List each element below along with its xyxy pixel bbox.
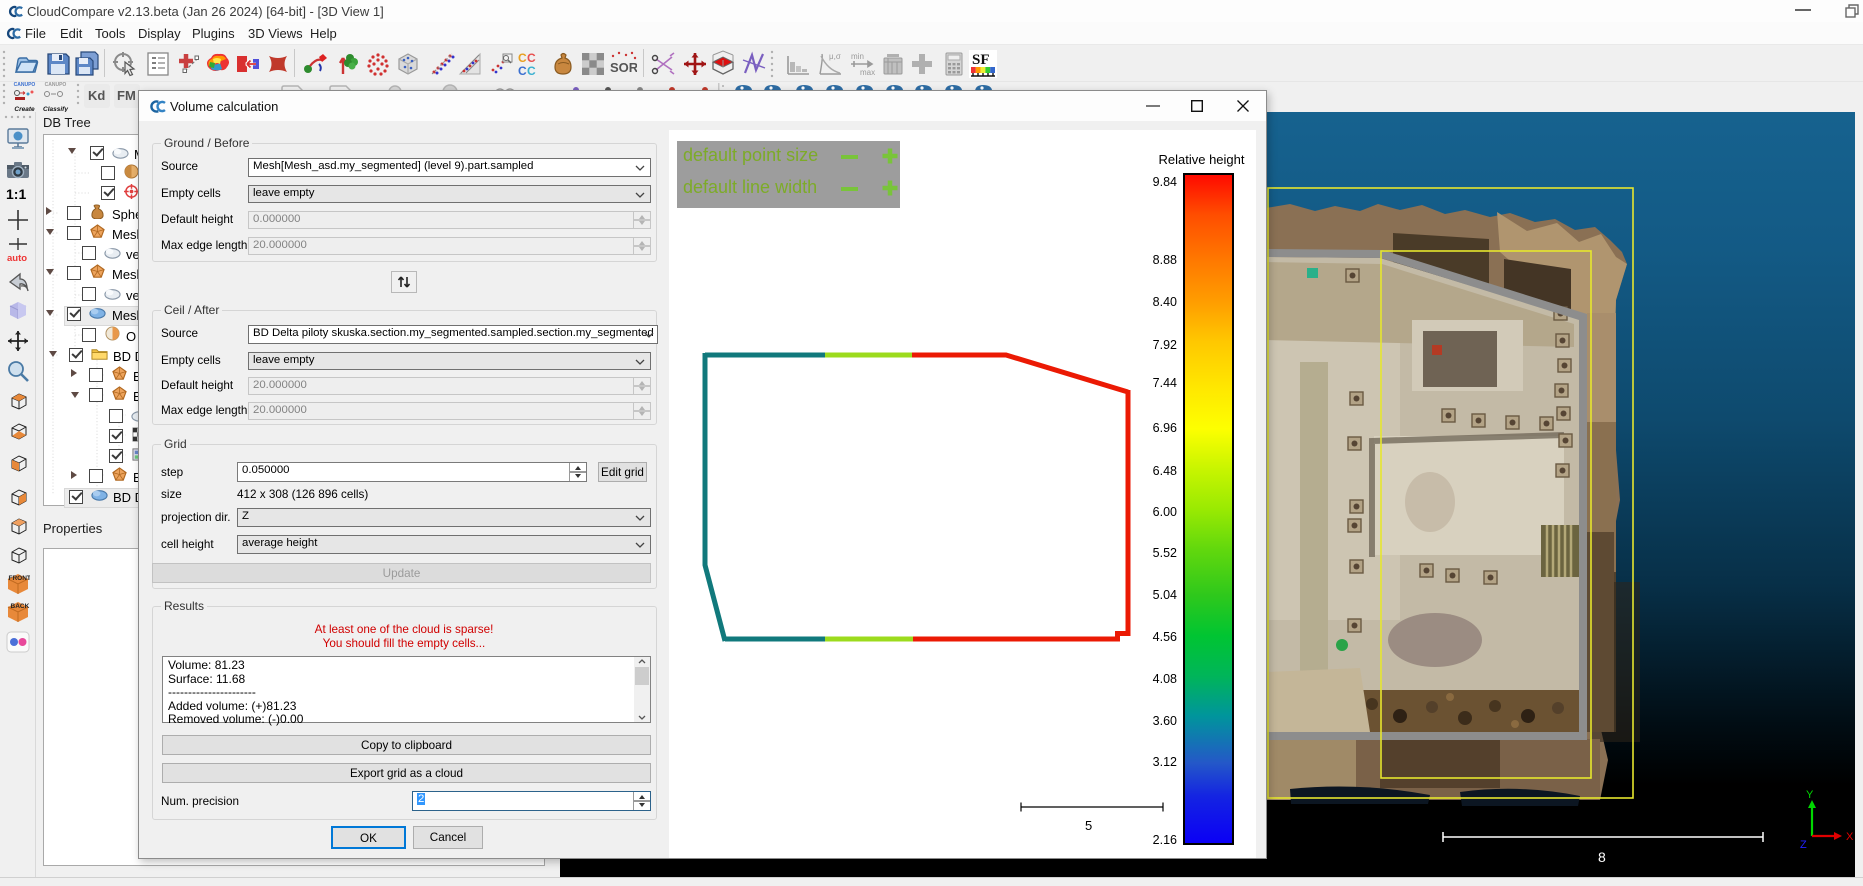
svg-text:Y: Y (1806, 789, 1814, 801)
svg-text:C: C (527, 64, 536, 78)
svg-text:μ,σ: μ,σ (829, 52, 841, 61)
svg-text:FRONT: FRONT (9, 575, 31, 582)
svg-text:min: min (851, 52, 864, 61)
svg-text:max: max (860, 68, 875, 77)
svg-text:SF: SF (972, 52, 990, 68)
svg-text:C: C (518, 64, 527, 78)
svg-text:SOR: SOR (610, 60, 637, 75)
svg-text:C: C (527, 51, 536, 65)
svg-text:auto: auto (7, 253, 27, 263)
svg-text:BACK: BACK (11, 603, 30, 610)
svg-text:8: 8 (1598, 849, 1606, 865)
svg-text:Z: Z (1800, 839, 1807, 851)
svg-text:X: X (1846, 831, 1854, 843)
svg-text:C: C (518, 51, 527, 65)
